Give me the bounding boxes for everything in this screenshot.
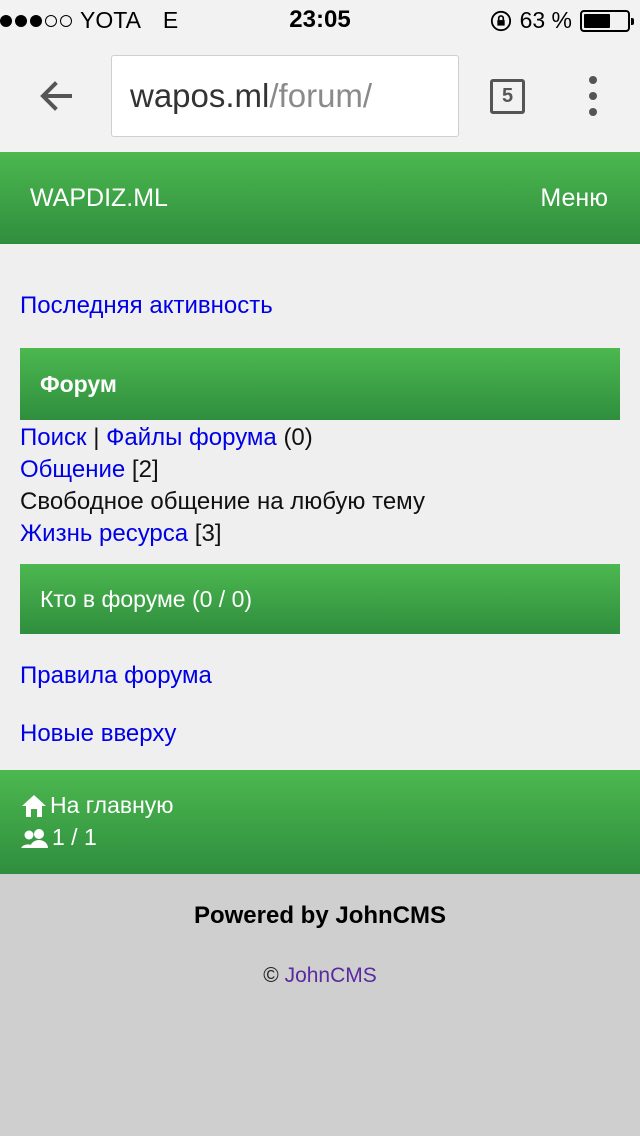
url-path: /forum/: [269, 77, 373, 114]
chat-category-count: [2]: [131, 456, 159, 483]
rules-row: Правила форума: [20, 662, 212, 690]
last-activity-link[interactable]: Последняя активность: [20, 292, 273, 319]
newest-row: Новые вверху: [20, 720, 176, 748]
site-name[interactable]: WAPDIZ.ML: [30, 184, 168, 213]
home-label: На главную: [50, 792, 174, 818]
who-in-forum-bar[interactable]: Кто в форуме (0 / 0): [20, 564, 620, 634]
search-link[interactable]: Поиск: [20, 424, 87, 451]
online-users: 1 / 1: [20, 824, 97, 851]
forum-section-header: Форум: [20, 348, 620, 420]
tabs-icon[interactable]: 5: [490, 79, 525, 114]
forum-files-link[interactable]: Файлы форума: [106, 424, 277, 451]
powered-by: Powered by JohnCMS: [193, 902, 447, 929]
copyright: © JohnCMS: [0, 964, 640, 988]
rotation-lock-icon: [490, 10, 511, 31]
copyright-symbol: ©: [263, 964, 279, 987]
address-bar[interactable]: wapos.ml/forum/: [111, 55, 459, 137]
users-icon: [21, 828, 48, 848]
browser-toolbar: wapos.ml/forum/ 5: [0, 40, 640, 152]
category-life-row: Жизнь ресурса [3]: [20, 520, 221, 548]
life-category-count: [3]: [194, 520, 222, 547]
back-arrow-icon[interactable]: [36, 76, 76, 116]
more-vert-icon[interactable]: [582, 76, 604, 116]
menu-dot: [589, 76, 597, 84]
menu-dot: [589, 92, 597, 100]
last-activity-row: Последняя активность: [20, 292, 273, 320]
online-count: 1 / 1: [52, 824, 97, 850]
battery-icon: [580, 9, 634, 32]
url-host: wapos.ml: [130, 77, 270, 114]
home-link[interactable]: На главную: [20, 792, 174, 819]
home-icon: [22, 794, 46, 817]
chat-category-link[interactable]: Общение: [20, 456, 125, 483]
page-bottom: Powered by JohnCMS © JohnCMS: [0, 874, 640, 1136]
forum-title: Форум: [40, 370, 117, 397]
status-bar: YOTA E 23:05 63 %: [0, 0, 640, 40]
tab-count: 5: [501, 85, 514, 107]
chat-description: Свободное общение на любую тему: [20, 488, 425, 515]
forum-files-count: (0): [283, 424, 313, 451]
who-in-forum-label: Кто в форуме (0 / 0): [40, 585, 253, 612]
newest-first-link[interactable]: Новые вверху: [20, 720, 176, 747]
battery-fill: [584, 13, 611, 28]
life-category-link[interactable]: Жизнь ресурса: [20, 520, 188, 547]
forum-links-row: Поиск | Файлы форума (0): [20, 424, 313, 452]
menu-dot: [589, 108, 597, 116]
forum-content: Последняя активность Форум Поиск | Файлы…: [0, 244, 640, 770]
forum-rules-link[interactable]: Правила форума: [20, 662, 212, 689]
site-header: WAPDIZ.ML Меню: [0, 152, 640, 244]
menu-button[interactable]: Меню: [540, 184, 608, 213]
battery-percent: 63 %: [519, 7, 572, 33]
category-chat-row: Общение [2]: [20, 456, 159, 484]
johncms-link[interactable]: JohnCMS: [285, 964, 377, 987]
site-footer-nav: На главную 1 / 1: [0, 770, 640, 874]
separator: |: [93, 424, 107, 451]
status-right: 63 %: [490, 7, 634, 34]
